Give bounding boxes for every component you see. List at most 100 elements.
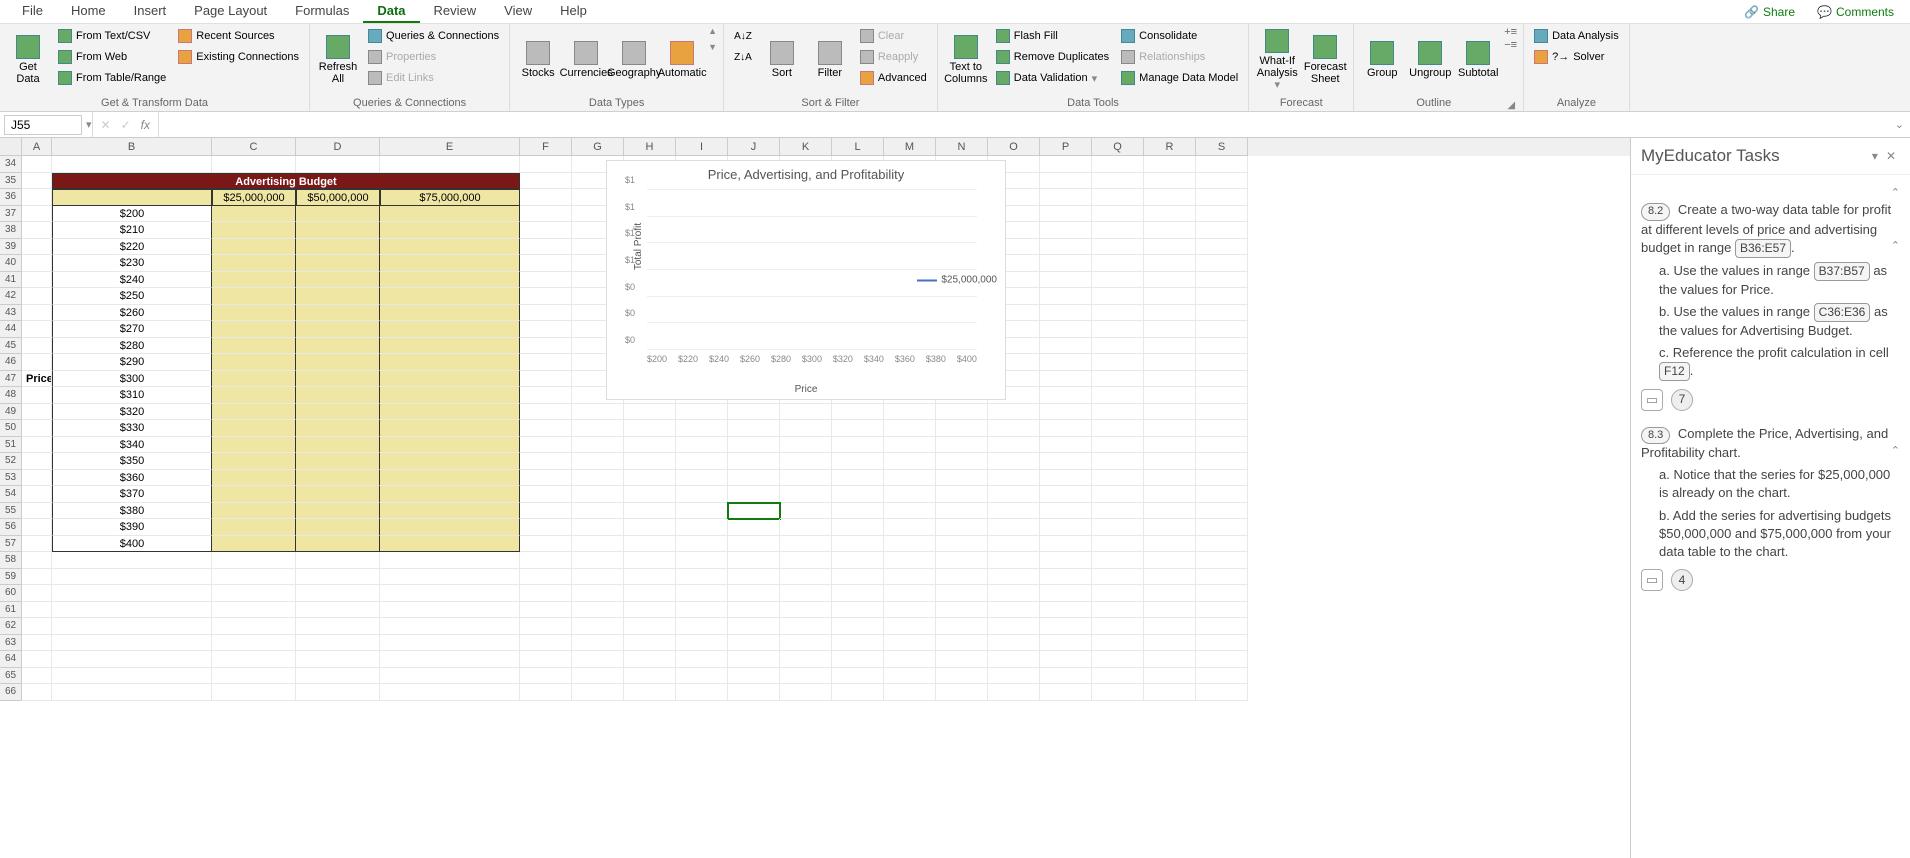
cell-F58[interactable]: [520, 552, 572, 569]
cell-A57[interactable]: [22, 536, 52, 553]
tab-insert[interactable]: Insert: [120, 0, 181, 23]
sort-button[interactable]: Sort: [760, 26, 804, 94]
cell-J55[interactable]: [728, 503, 780, 520]
row-header[interactable]: 42: [0, 288, 22, 305]
cell-R57[interactable]: [1144, 536, 1196, 553]
cell-R46[interactable]: [1144, 354, 1196, 371]
cell-R34[interactable]: [1144, 156, 1196, 173]
cell-E41[interactable]: [380, 272, 520, 289]
cell-Q42[interactable]: [1092, 288, 1144, 305]
task-pane-options-icon[interactable]: ▾: [1868, 149, 1882, 163]
cell-E38[interactable]: [380, 222, 520, 239]
cell-C58[interactable]: [212, 552, 296, 569]
cell-I66[interactable]: [676, 684, 728, 701]
cell-R38[interactable]: [1144, 222, 1196, 239]
cell-P35[interactable]: [1040, 173, 1092, 190]
cell-P56[interactable]: [1040, 519, 1092, 536]
filter-button[interactable]: Filter: [808, 26, 852, 94]
cell-B65[interactable]: [52, 668, 212, 685]
cell-P45[interactable]: [1040, 338, 1092, 355]
cell-S40[interactable]: [1196, 255, 1248, 272]
cell-N59[interactable]: [936, 569, 988, 586]
cell-I62[interactable]: [676, 618, 728, 635]
cell-S49[interactable]: [1196, 404, 1248, 421]
cell-J53[interactable]: [728, 470, 780, 487]
name-box[interactable]: [4, 115, 82, 135]
cell-P54[interactable]: [1040, 486, 1092, 503]
cell-I63[interactable]: [676, 635, 728, 652]
cell-N61[interactable]: [936, 602, 988, 619]
cell-B37[interactable]: $200: [52, 206, 212, 223]
cell-E51[interactable]: [380, 437, 520, 454]
cell-L62[interactable]: [832, 618, 884, 635]
task-hint-icon[interactable]: ▭: [1641, 389, 1663, 411]
cell-P60[interactable]: [1040, 585, 1092, 602]
get-data-button[interactable]: Get Data: [6, 26, 50, 94]
cell-C46[interactable]: [212, 354, 296, 371]
cell-S51[interactable]: [1196, 437, 1248, 454]
cell-D65[interactable]: [296, 668, 380, 685]
cell-J49[interactable]: [728, 404, 780, 421]
cell-C66[interactable]: [212, 684, 296, 701]
cell-A63[interactable]: [22, 635, 52, 652]
from-table-range[interactable]: From Table/Range: [54, 68, 170, 88]
cell-P41[interactable]: [1040, 272, 1092, 289]
cell-G66[interactable]: [572, 684, 624, 701]
cell-A35[interactable]: [22, 173, 52, 190]
cell-A49[interactable]: [22, 404, 52, 421]
cell-B41[interactable]: $240: [52, 272, 212, 289]
worksheet[interactable]: ABCDEFGHIJKLMNOPQRS 3435Advertising Budg…: [0, 138, 1630, 858]
select-all-corner[interactable]: [0, 138, 22, 156]
cell-M49[interactable]: [884, 404, 936, 421]
cell-E37[interactable]: [380, 206, 520, 223]
text-to-columns[interactable]: Text to Columns: [944, 26, 988, 94]
row-header[interactable]: 64: [0, 651, 22, 668]
cell-F50[interactable]: [520, 420, 572, 437]
cell-E49[interactable]: [380, 404, 520, 421]
cell-H49[interactable]: [624, 404, 676, 421]
cell-O64[interactable]: [988, 651, 1040, 668]
cell-J58[interactable]: [728, 552, 780, 569]
cell-M56[interactable]: [884, 519, 936, 536]
cell-C42[interactable]: [212, 288, 296, 305]
cell-D38[interactable]: [296, 222, 380, 239]
cell-B66[interactable]: [52, 684, 212, 701]
cell-P62[interactable]: [1040, 618, 1092, 635]
forecast-sheet[interactable]: Forecast Sheet: [1303, 26, 1347, 94]
cell-Q44[interactable]: [1092, 321, 1144, 338]
show-detail-icon[interactable]: +≡: [1504, 26, 1517, 38]
cell-Q36[interactable]: [1092, 189, 1144, 206]
col-header-L[interactable]: L: [832, 138, 884, 156]
manage-data-model[interactable]: Manage Data Model: [1117, 68, 1242, 88]
scroll-down-icon[interactable]: ▼: [708, 42, 717, 52]
cell-P42[interactable]: [1040, 288, 1092, 305]
cell-C57[interactable]: [212, 536, 296, 553]
cell-A45[interactable]: [22, 338, 52, 355]
cell-E36[interactable]: $75,000,000: [380, 189, 520, 206]
cell-M55[interactable]: [884, 503, 936, 520]
cell-N57[interactable]: [936, 536, 988, 553]
cell-H61[interactable]: [624, 602, 676, 619]
cell-Q61[interactable]: [1092, 602, 1144, 619]
row-header[interactable]: 51: [0, 437, 22, 454]
cell-E58[interactable]: [380, 552, 520, 569]
cell-Q66[interactable]: [1092, 684, 1144, 701]
cell-E44[interactable]: [380, 321, 520, 338]
cell-K55[interactable]: [780, 503, 832, 520]
cell-F65[interactable]: [520, 668, 572, 685]
cell-B34[interactable]: [52, 156, 212, 173]
solver[interactable]: ?→ Solver: [1530, 47, 1623, 67]
cell-G60[interactable]: [572, 585, 624, 602]
existing-connections[interactable]: Existing Connections: [174, 47, 303, 67]
cell-D56[interactable]: [296, 519, 380, 536]
cell-C34[interactable]: [212, 156, 296, 173]
cell-S55[interactable]: [1196, 503, 1248, 520]
cell-P34[interactable]: [1040, 156, 1092, 173]
cell-B46[interactable]: $290: [52, 354, 212, 371]
cell-H63[interactable]: [624, 635, 676, 652]
cell-B60[interactable]: [52, 585, 212, 602]
cell-R66[interactable]: [1144, 684, 1196, 701]
cell-G51[interactable]: [572, 437, 624, 454]
cell-M62[interactable]: [884, 618, 936, 635]
cell-Q43[interactable]: [1092, 305, 1144, 322]
